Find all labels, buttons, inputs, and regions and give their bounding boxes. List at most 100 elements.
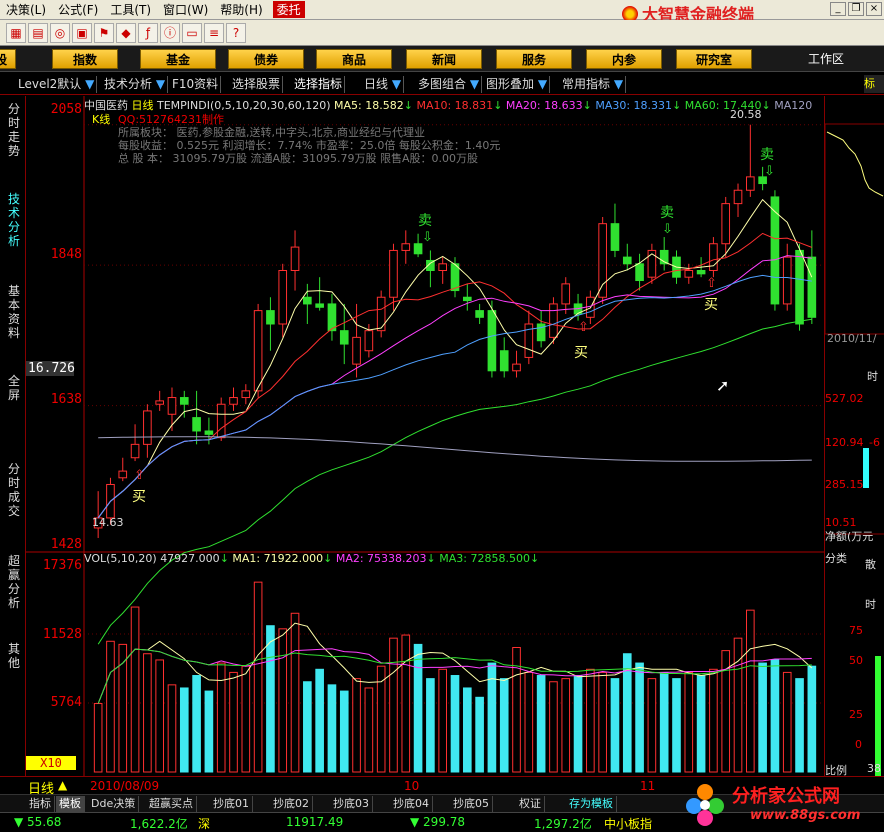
tab-other[interactable]: 其他	[6, 642, 22, 670]
tab-bottom01[interactable]: 抄底01	[210, 796, 253, 812]
date-label: 10	[404, 779, 420, 793]
subbar-f10[interactable]: F10资料	[170, 76, 222, 93]
ma-line	[98, 436, 812, 462]
tab-superwin-buy[interactable]: 超赢买点	[146, 796, 197, 812]
close-icon[interactable]: ×	[866, 2, 882, 16]
status-sme-index[interactable]: 中小板指	[604, 815, 652, 832]
nav-commodity-button[interactable]: 商品	[316, 49, 392, 69]
candle-body	[499, 350, 509, 372]
toolbar-chart-icon[interactable]: ▦	[6, 22, 26, 43]
status-market-sz[interactable]: 深	[198, 815, 210, 832]
toolbar-info-icon[interactable]: ⓘ	[160, 22, 180, 43]
status-sh-change: ▼ 55.68	[14, 815, 62, 829]
tab-bottom04[interactable]: 抄底04	[390, 796, 433, 812]
subbar-common[interactable]: 常用指标 ▼	[560, 76, 627, 93]
tab-ticks[interactable]: 分时成交	[6, 462, 22, 518]
subbar-multi[interactable]: 多图组合 ▼	[416, 76, 483, 93]
tab-superwin[interactable]: 超赢分析	[6, 554, 22, 610]
nav-fund-button[interactable]: 基金	[140, 49, 216, 69]
tab-fullscreen[interactable]: 全屏	[6, 374, 22, 402]
rp-value: 527.02	[825, 392, 864, 405]
volume-bar	[290, 612, 300, 773]
candle-body	[610, 223, 620, 251]
volume-bar	[327, 684, 337, 773]
subbar-select-stock[interactable]: 选择股票	[230, 76, 284, 93]
volume-bar	[561, 678, 571, 773]
menu-decision[interactable]: 决策(L)	[0, 1, 52, 18]
rp-cat-label[interactable]: 分类	[825, 550, 847, 566]
subbar-select-indicator[interactable]: 选择指标	[292, 76, 346, 93]
toolbar-binoculars-icon[interactable]: ◎	[50, 22, 70, 43]
toolbar-diamond-icon[interactable]: ◆	[116, 22, 136, 43]
toolbar-grid-icon[interactable]: ▤	[28, 22, 48, 43]
nav-index-button[interactable]: 指数	[52, 49, 118, 69]
nav-service-button[interactable]: 服务	[496, 49, 572, 69]
toolbar-help-icon[interactable]: ?	[226, 22, 246, 43]
minimize-icon[interactable]: _	[830, 2, 846, 16]
candle-body	[647, 249, 657, 278]
tab-warrant[interactable]: 权证	[516, 796, 545, 812]
rp-value: -6	[869, 436, 880, 449]
volume-bar	[696, 675, 706, 773]
volume-bar	[782, 671, 792, 773]
tab-bottom05[interactable]: 抄底05	[450, 796, 493, 812]
volume-bar	[315, 668, 324, 773]
toolbar-book-icon[interactable]: ▣	[72, 22, 92, 43]
volume-bar	[438, 668, 448, 773]
volume-bar	[524, 671, 534, 773]
candle-body	[229, 397, 238, 405]
volume-bar	[499, 678, 509, 773]
subbar-level2[interactable]: Level2默认 ▼	[16, 76, 98, 93]
tab-indicator[interactable]: 指标	[26, 796, 55, 812]
subbar-right-tab[interactable]: 标	[864, 75, 884, 93]
kline-chart[interactable]: 2058 1848 1638 1428 16.726 17376 11528 5…	[26, 96, 824, 776]
tab-technical[interactable]: 技术分析	[6, 192, 22, 248]
candle-body	[327, 303, 337, 332]
nav-bond-button[interactable]: 债券	[228, 49, 304, 69]
candle-body	[622, 256, 632, 265]
nav-research-button[interactable]: 研究室	[676, 49, 752, 69]
menu-help[interactable]: 帮助(H)	[214, 1, 268, 18]
subbar-tech[interactable]: 技术分析 ▼	[102, 76, 169, 93]
candle-body	[130, 443, 140, 459]
menu-window[interactable]: 窗口(W)	[157, 1, 214, 18]
nav-news-button[interactable]: 新闻	[406, 49, 482, 69]
tab-intraday[interactable]: 分时走势	[6, 102, 22, 158]
triangle-up-icon[interactable]: ▲	[58, 778, 67, 792]
volume-bar	[709, 668, 718, 773]
candle-body	[795, 249, 804, 325]
rp-value: 38	[867, 762, 881, 775]
nav-insider-button[interactable]: 内参	[586, 49, 662, 69]
candle-body	[438, 263, 448, 271]
tab-bottom03[interactable]: 抄底03	[330, 796, 373, 812]
nav-stock-button[interactable]: 股	[0, 49, 16, 69]
volume-bar	[598, 671, 607, 773]
rp-value: 285.15	[825, 478, 864, 491]
subbar-daily[interactable]: 日线 ▼	[362, 76, 405, 93]
toolbar-list-icon[interactable]: ≡	[204, 22, 224, 43]
tab-template[interactable]: 模板	[56, 796, 85, 812]
rp-value: 120.94	[825, 436, 864, 449]
dropdown-icon: ▼	[469, 77, 480, 91]
menu-tools[interactable]: 工具(T)	[104, 1, 157, 18]
restore-icon[interactable]: ❐	[848, 2, 864, 16]
tab-fundamental[interactable]: 基本资料	[6, 284, 22, 340]
toolbar-flag-icon[interactable]: ⚑	[94, 22, 114, 43]
subbar-overlay[interactable]: 图形叠加 ▼	[484, 76, 551, 93]
volume-bar	[807, 665, 817, 773]
menu-trade[interactable]: 委托	[272, 1, 305, 18]
rp-axis-tick: 75	[849, 624, 863, 637]
toolbar-doc-icon[interactable]: ▭	[182, 22, 202, 43]
ma-line	[97, 198, 813, 519]
tab-save-template[interactable]: 存为模板	[566, 796, 617, 812]
tab-dde[interactable]: Dde决策	[88, 796, 140, 812]
menu-bar: 决策(L) 公式(F) 工具(T) 窗口(W) 帮助(H) 委托 大智慧金融终端…	[0, 0, 884, 24]
rp-san-label[interactable]: 散	[865, 556, 876, 572]
chart-canvas[interactable]	[26, 96, 824, 776]
menu-formula[interactable]: 公式(F)	[52, 1, 104, 18]
price-tick: 1638	[50, 392, 82, 407]
toolbar-f-icon[interactable]: ƒ	[138, 22, 158, 43]
volume-bar	[93, 703, 103, 773]
workarea-label[interactable]: 工作区	[808, 50, 844, 67]
tab-bottom02[interactable]: 抄底02	[270, 796, 313, 812]
